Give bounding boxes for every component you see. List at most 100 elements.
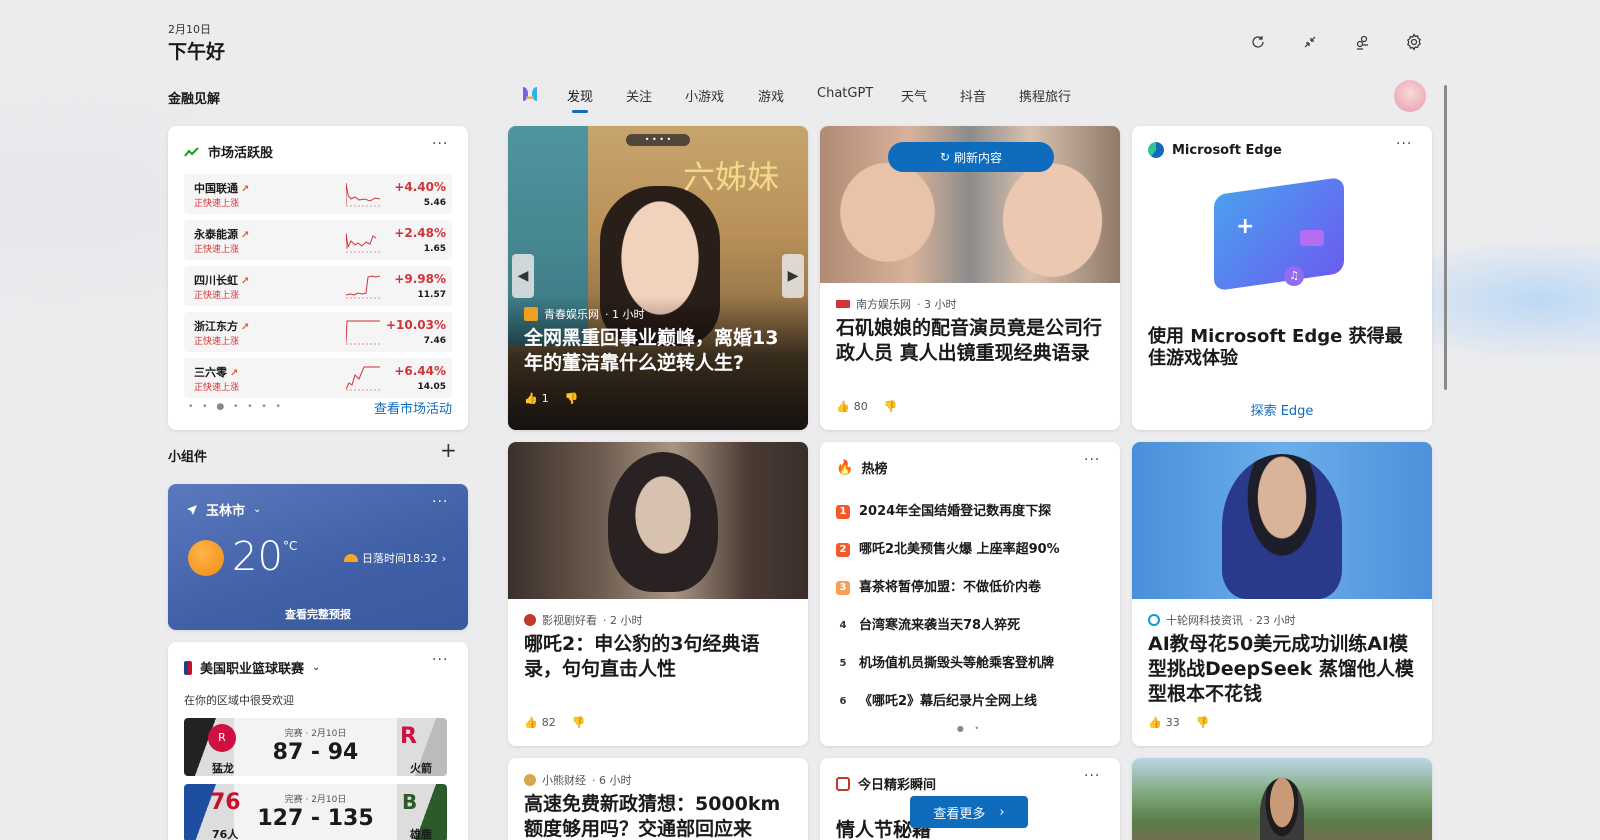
more-options-icon[interactable]: ··· <box>1084 768 1100 784</box>
tab-chatgpt[interactable]: ChatGPT <box>817 86 873 101</box>
weather-city[interactable]: 玉林市 <box>206 500 245 519</box>
stock-name: 四川长虹 <box>194 274 238 287</box>
ad-headline[interactable]: 使用 Microsoft Edge 获得最佳游戏体验 <box>1148 326 1420 370</box>
news-source[interactable]: 小熊财经 <box>542 772 586 788</box>
copilot-icon[interactable] <box>520 84 540 104</box>
ad-card[interactable]: Microsoft Edge ··· + ♫ 使用 Microsoft Edge… <box>1132 126 1432 430</box>
news-card[interactable] <box>1132 758 1432 840</box>
stock-row[interactable]: 中国联通 ↗ 正快速上涨 +4.40% 5.46 <box>184 174 452 214</box>
view-more-button[interactable]: 查看更多 › <box>910 796 1028 828</box>
more-options-icon[interactable]: ··· <box>432 136 448 152</box>
scrollbar-thumb[interactable] <box>1444 85 1447 390</box>
tab-douyin[interactable]: 抖音 <box>960 86 986 105</box>
news-source[interactable]: 十轮网科技资讯 <box>1166 612 1243 628</box>
next-arrow-icon[interactable]: ▶ <box>782 254 804 298</box>
stock-status: 正快速上涨 <box>194 245 240 255</box>
stock-name: 中国联通 <box>194 182 238 195</box>
avatar[interactable] <box>1394 80 1426 112</box>
tab-discover[interactable]: 发现 <box>567 86 593 105</box>
hot-list-item[interactable]: 4 台湾寒流来袭当天78人猝死 <box>836 614 1020 633</box>
news-headline[interactable]: 石矶娘娘的配音演员竟是公司行政人员 真人出镜重现经典语录 <box>836 316 1108 366</box>
stock-change: +9.98% <box>394 272 446 286</box>
weather-temp: 20 <box>232 534 283 580</box>
view-market-link[interactable]: 查看市场活动 <box>374 398 452 417</box>
finance-section-title: 金融见解 <box>168 92 221 107</box>
add-widget-icon[interactable]: + <box>440 440 457 460</box>
news-source[interactable]: 青春娱乐网 <box>544 306 599 322</box>
refresh-icon[interactable] <box>1246 30 1270 54</box>
news-card[interactable]: 影视剧好看 · 2 小时 哪吒2：申公豹的3句经典语录，句句直击人性 👍 82 👎 <box>508 442 808 746</box>
hot-list-item[interactable]: 2 哪吒2北美预售火爆 上座率超90% <box>836 538 1060 557</box>
game-row[interactable]: R R 完赛 · 2月10日 87 - 94 猛龙 火箭 <box>184 718 447 776</box>
tab-games[interactable]: 游戏 <box>758 86 784 105</box>
hot-list-item[interactable]: 6 《哪吒2》幕后纪录片全网上线 <box>836 690 1037 709</box>
stock-price: 1.65 <box>423 244 446 254</box>
sparkline-icon <box>346 366 380 391</box>
full-forecast-link[interactable]: 查看完整预报 <box>168 606 468 622</box>
stock-price: 14.05 <box>417 382 446 392</box>
like-icon[interactable]: 👍 <box>1148 716 1162 729</box>
carousel-dots[interactable]: • • • • <box>626 134 690 146</box>
news-source[interactable]: 影视剧好看 <box>542 612 597 628</box>
hot-icon: ↗ <box>241 322 250 333</box>
highlights-title: 今日精彩瞬间 <box>858 778 937 793</box>
chevron-down-icon[interactable]: ⌄ <box>312 662 320 673</box>
stock-row[interactable]: 四川长虹 ↗ 正快速上涨 +9.98% 11.57 <box>184 266 452 306</box>
more-options-icon[interactable]: ··· <box>1396 136 1412 152</box>
gear-icon[interactable] <box>1402 30 1426 54</box>
collapse-icon[interactable] <box>1298 30 1322 54</box>
refresh-content-button[interactable]: ↻ 刷新内容 <box>888 142 1054 172</box>
page-dots[interactable]: ● • <box>820 724 1120 733</box>
news-headline[interactable]: AI教母花50美元成功训练AI模型挑战DeepSeek 蒸馏他人模型根本不花钱 <box>1148 632 1420 707</box>
explore-edge-link[interactable]: 探索 Edge <box>1132 400 1432 419</box>
news-card[interactable]: 十轮网科技资讯 · 23 小时 AI教母花50美元成功训练AI模型挑战DeepS… <box>1132 442 1432 746</box>
news-headline[interactable]: 高速免费新政猜想：5000km额度够用吗？交通部回应来 <box>524 792 796 840</box>
news-time: · 2 小时 <box>603 614 643 627</box>
tab-weather[interactable]: 天气 <box>901 86 927 105</box>
greeting: 下午好 <box>168 41 226 63</box>
hot-list-item[interactable]: 1 2024年全国结婚登记数再度下探 <box>836 500 1051 519</box>
more-options-icon[interactable]: ··· <box>1084 452 1100 468</box>
rank-number: 1 <box>836 505 850 519</box>
rank-number: 3 <box>836 581 850 595</box>
accounts-icon[interactable] <box>1350 30 1374 54</box>
news-card[interactable]: 六姊妹 • • • • ◀ ▶ 青春娱乐网 · 1 小时 全网黑重回事业巅峰，离… <box>508 126 808 430</box>
dislike-icon[interactable]: 👎 <box>884 400 898 413</box>
sparkline-icon <box>346 232 380 253</box>
prev-arrow-icon[interactable]: ◀ <box>512 254 534 298</box>
news-source[interactable]: 南方娱乐网 <box>856 296 911 312</box>
news-card[interactable]: ↻ 刷新内容 南方娱乐网 · 3 小时 石矶娘娘的配音演员竟是公司行政人员 真人出… <box>820 126 1120 430</box>
news-headline[interactable]: 全网黑重回事业巅峰，离婚13年的董洁靠什么逆转人生? <box>524 326 796 376</box>
like-icon[interactable]: 👍 <box>524 392 538 405</box>
nba-title[interactable]: 美国职业篮球联赛 <box>200 658 304 677</box>
stock-status: 正快速上涨 <box>194 337 240 347</box>
like-icon[interactable]: 👍 <box>836 400 850 413</box>
tab-follow[interactable]: 关注 <box>626 86 652 105</box>
sunset-info[interactable]: 日落时间18:32 › <box>344 550 446 566</box>
tab-minigames[interactable]: 小游戏 <box>685 86 724 105</box>
like-icon[interactable]: 👍 <box>524 716 538 729</box>
stock-row[interactable]: 永泰能源 ↗ 正快速上涨 +2.48% 1.65 <box>184 220 452 260</box>
game-illustration <box>1214 176 1344 292</box>
active-tab-indicator <box>572 110 588 113</box>
more-options-icon[interactable]: ··· <box>432 494 448 510</box>
play-icon <box>1300 230 1324 246</box>
dislike-icon[interactable]: 👎 <box>572 716 586 729</box>
hot-list-item[interactable]: 3 喜茶将暂停加盟：不做低价内卷 <box>836 576 1041 595</box>
weather-card[interactable]: 玉林市 ⌄ ··· 20 °C 日落时间18:32 › 查看完整预报 <box>168 484 468 630</box>
hot-list-item[interactable]: 5 机场值机员撕毁头等舱乘客登机牌 <box>836 652 1054 671</box>
trend-icon <box>184 146 199 157</box>
game-row[interactable]: 76 B 完赛 · 2月10日 127 - 135 76人 雄鹿 <box>184 784 447 840</box>
tab-ctrip[interactable]: 携程旅行 <box>1019 86 1071 105</box>
more-options-icon[interactable]: ··· <box>432 652 448 668</box>
news-card[interactable]: 小熊财经 · 6 小时 高速免费新政猜想：5000km额度够用吗？交通部回应来 <box>508 758 808 840</box>
news-headline[interactable]: 哪吒2：申公豹的3句经典语录，句句直击人性 <box>524 632 784 682</box>
sparkline-icon <box>346 275 380 299</box>
stock-row[interactable]: 浙江东方 ↗ 正快速上涨 +10.03% 7.46 <box>184 312 452 352</box>
source-logo-icon <box>524 774 536 786</box>
page-dots[interactable]: • • ● • • • • <box>188 402 284 412</box>
chevron-down-icon[interactable]: ⌄ <box>253 504 261 515</box>
stock-row[interactable]: 三六零 ↗ 正快速上涨 +6.44% 14.05 <box>184 358 452 398</box>
dislike-icon[interactable]: 👎 <box>565 392 579 405</box>
dislike-icon[interactable]: 👎 <box>1196 716 1210 729</box>
